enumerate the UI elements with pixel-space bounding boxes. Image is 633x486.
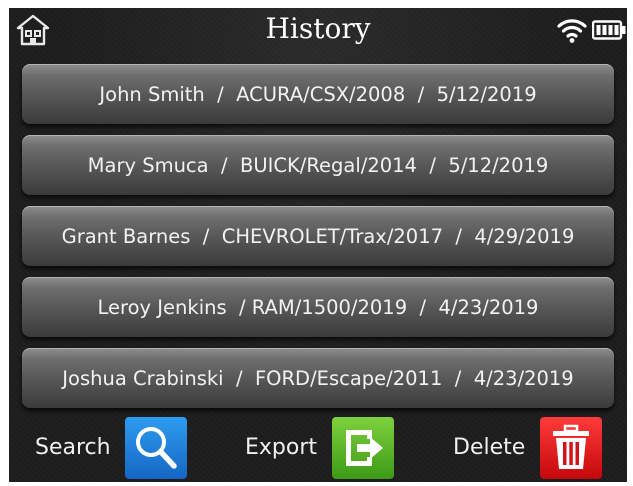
export-arrow-icon xyxy=(346,430,383,466)
history-record[interactable]: Grant Barnes / CHEVROLET/Trax/2017 / 4/2… xyxy=(22,206,614,266)
action-bar: Search Export Delete xyxy=(9,413,627,482)
magnifier-icon xyxy=(136,427,177,469)
search-label: Search xyxy=(35,435,111,460)
delete-button[interactable] xyxy=(540,417,602,479)
page-title: History xyxy=(265,12,371,45)
search-button[interactable] xyxy=(125,417,187,479)
history-record[interactable]: Joshua Crabinski / FORD/Escape/2011 / 4/… xyxy=(22,348,614,408)
history-screen: History John Smith / ACURA/CSX/2008 / 5/… xyxy=(9,8,627,482)
wifi-icon xyxy=(557,19,587,43)
battery-icon xyxy=(592,20,626,40)
export-label: Export xyxy=(245,435,318,460)
trash-icon xyxy=(553,424,589,469)
history-record[interactable]: John Smith / ACURA/CSX/2008 / 5/12/2019 xyxy=(22,64,614,124)
export-button[interactable] xyxy=(332,417,394,479)
delete-label: Delete xyxy=(453,435,526,460)
top-bar: History xyxy=(9,8,627,54)
history-list: John Smith / ACURA/CSX/2008 / 5/12/2019 … xyxy=(22,64,614,419)
history-record[interactable]: Leroy Jenkins / RAM/1500/2019 / 4/23/201… xyxy=(22,277,614,337)
history-record[interactable]: Mary Smuca / BUICK/Regal/2014 / 5/12/201… xyxy=(22,135,614,195)
